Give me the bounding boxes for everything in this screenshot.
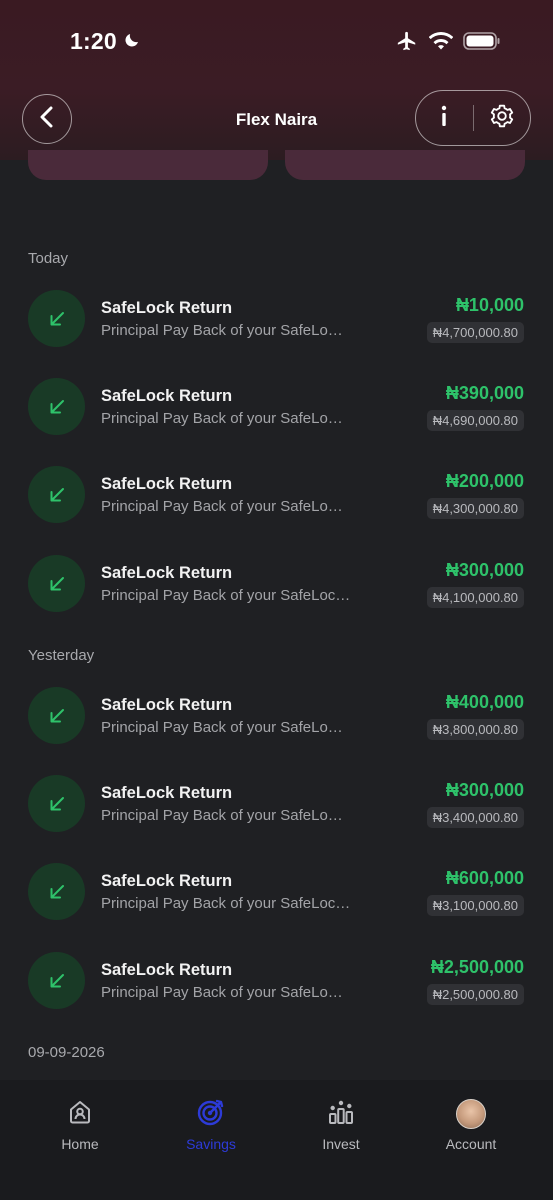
transaction-row[interactable]: SafeLock Return Principal Pay Back of yo… <box>0 863 553 933</box>
incoming-arrow-icon <box>28 863 85 920</box>
nav-item-home[interactable]: Home <box>15 1098 145 1152</box>
transaction-title: SafeLock Return <box>101 784 233 802</box>
status-time: 1:20 <box>70 28 117 54</box>
incoming-arrow-icon <box>28 775 85 832</box>
transaction-title: SafeLock Return <box>101 872 233 890</box>
transaction-title: SafeLock Return <box>101 696 233 714</box>
transaction-row[interactable]: SafeLock Return Principal Pay Back of yo… <box>0 378 553 448</box>
wifi-icon <box>428 31 454 56</box>
transaction-row[interactable]: SafeLock Return Principal Pay Back of yo… <box>0 290 553 360</box>
transaction-title: SafeLock Return <box>101 475 233 493</box>
transaction-description: Principal Pay Back of your SafeLoc… <box>101 895 351 912</box>
transaction-balance: ₦2,500,000.80 <box>426 984 524 1005</box>
transaction-amount: ₦400,000 <box>445 692 524 712</box>
transaction-title: SafeLock Return <box>101 961 233 979</box>
transaction-title: SafeLock Return <box>101 564 233 582</box>
transaction-balance: ₦4,100,000.80 <box>426 587 524 608</box>
status-time-group: 1:20 <box>70 28 141 55</box>
transaction-balance: ₦4,300,000.80 <box>426 498 524 519</box>
transaction-row[interactable]: SafeLock Return Principal Pay Back of yo… <box>0 687 553 757</box>
transaction-row[interactable]: SafeLock Return Principal Pay Back of yo… <box>0 466 553 536</box>
transaction-row[interactable]: SafeLock Return Principal Pay Back of yo… <box>0 555 553 625</box>
incoming-arrow-icon <box>28 378 85 435</box>
transaction-description: Principal Pay Back of your SafeLo… <box>101 322 343 339</box>
incoming-arrow-icon <box>28 290 85 347</box>
settings-button[interactable] <box>473 91 530 145</box>
transaction-amount: ₦200,000 <box>445 471 524 491</box>
avatar <box>456 1099 486 1129</box>
section-label-today: Today <box>28 250 69 267</box>
transaction-description: Principal Pay Back of your SafeLo… <box>101 719 343 736</box>
nav-label-account: Account <box>445 1136 497 1152</box>
transaction-description: Principal Pay Back of your SafeLo… <box>101 410 343 427</box>
gear-icon <box>489 103 515 134</box>
info-button[interactable] <box>416 91 473 145</box>
transaction-amount: ₦600,000 <box>445 868 524 888</box>
section-label-yesterday: Yesterday <box>28 647 95 664</box>
home-icon <box>66 1098 94 1131</box>
card-stub-left <box>28 150 268 180</box>
transaction-amount: ₦300,000 <box>445 780 524 800</box>
incoming-arrow-icon <box>28 555 85 612</box>
transaction-balance: ₦4,690,000.80 <box>426 410 524 431</box>
battery-icon <box>463 31 501 56</box>
section-label-date: 09-09-2026 <box>28 1044 105 1061</box>
nav-item-savings[interactable]: Savings <box>146 1098 276 1152</box>
transaction-description: Principal Pay Back of your SafeLo… <box>101 498 343 515</box>
transaction-balance: ₦3,800,000.80 <box>426 719 524 740</box>
nav-label-invest: Invest <box>322 1136 360 1152</box>
transaction-amount: ₦10,000 <box>455 295 524 315</box>
bottom-navigation: Home Savings Invest Account <box>0 1080 553 1200</box>
transaction-title: SafeLock Return <box>101 387 233 405</box>
transaction-balance: ₦3,100,000.80 <box>426 895 524 916</box>
airplane-icon <box>395 30 419 57</box>
transaction-description: Principal Pay Back of your SafeLoc… <box>101 587 351 604</box>
transaction-description: Principal Pay Back of your SafeLo… <box>101 984 343 1001</box>
transaction-balance: ₦3,400,000.80 <box>426 807 524 828</box>
nav-label-home: Home <box>61 1136 99 1152</box>
card-stub-right <box>285 150 525 180</box>
transaction-amount: ₦2,500,000 <box>430 957 524 977</box>
status-icons <box>395 30 501 57</box>
invest-icon <box>327 1098 355 1131</box>
moon-icon <box>123 28 141 55</box>
nav-label-savings: Savings <box>186 1136 236 1152</box>
status-bar: 1:20 <box>0 0 553 80</box>
navigation-bar: Flex Naira <box>0 90 553 150</box>
incoming-arrow-icon <box>28 687 85 744</box>
transaction-balance: ₦4,700,000.80 <box>426 322 524 343</box>
transaction-description: Principal Pay Back of your SafeLo… <box>101 807 343 824</box>
nav-item-invest[interactable]: Invest <box>276 1098 406 1152</box>
transaction-amount: ₦300,000 <box>445 560 524 580</box>
incoming-arrow-icon <box>28 952 85 1009</box>
transaction-row[interactable]: SafeLock Return Principal Pay Back of yo… <box>0 775 553 845</box>
transaction-title: SafeLock Return <box>101 299 233 317</box>
header-actions <box>415 90 531 146</box>
transaction-amount: ₦390,000 <box>445 383 524 403</box>
savings-target-icon <box>196 1097 226 1132</box>
nav-item-account[interactable]: Account <box>406 1098 536 1152</box>
transaction-row[interactable]: SafeLock Return Principal Pay Back of yo… <box>0 952 553 1022</box>
info-icon <box>440 105 448 132</box>
incoming-arrow-icon <box>28 466 85 523</box>
